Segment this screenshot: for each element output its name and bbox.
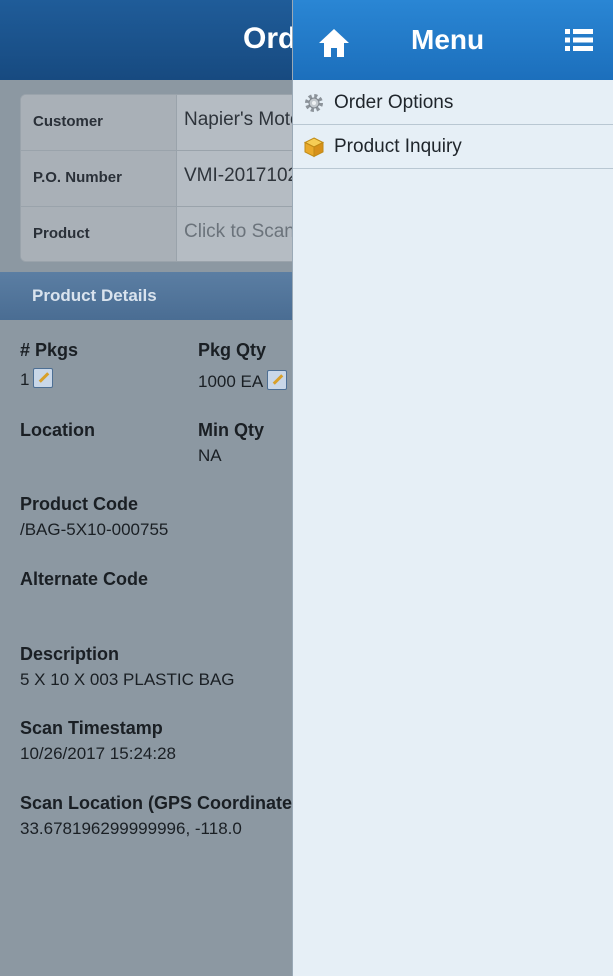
- menu-item-label: Product Inquiry: [334, 136, 462, 157]
- pkgs-label: # Pkgs: [20, 340, 79, 360]
- gear-icon: [305, 94, 323, 112]
- customer-value: Napier's Motor: [184, 109, 307, 130]
- scan-location-label: Scan Location (GPS Coordinates): [20, 793, 309, 813]
- menu-header: Menu: [293, 0, 613, 80]
- product-scan-field[interactable]: Click to Scan: [184, 221, 295, 243]
- pkgs-value-wrap: 1: [20, 368, 54, 390]
- description-label: Description: [20, 644, 120, 664]
- pkg-qty-value: 1000 EA: [198, 372, 264, 391]
- pkgs-value: 1: [20, 370, 30, 389]
- pkg-qty-label: Pkg Qty: [198, 340, 267, 360]
- description-value: 5 X 10 X 003 PLASTIC BAG: [20, 670, 235, 689]
- menu-item-order-options[interactable]: Order Options: [293, 81, 613, 125]
- product-row[interactable]: Product Click to Scan: [21, 207, 311, 261]
- min-qty-label: Min Qty: [198, 420, 264, 440]
- min-qty-value: NA: [198, 446, 222, 465]
- alternate-code-label: Alternate Code: [20, 569, 149, 589]
- menu-item-product-inquiry[interactable]: Product Inquiry: [293, 125, 613, 169]
- scan-timestamp-value: 10/26/2017 15:24:28: [20, 744, 176, 763]
- po-number-value: VMI-20171026: [184, 165, 309, 186]
- po-number-label: P.O. Number: [33, 169, 122, 186]
- order-form: Customer Napier's Motor P.O. Number VMI-…: [20, 94, 312, 262]
- home-icon[interactable]: [318, 28, 350, 58]
- list-icon[interactable]: [564, 26, 594, 54]
- pkg-qty-value-wrap: 1000 EA: [198, 370, 288, 392]
- section-title: Product Details: [32, 286, 157, 305]
- customer-label: Customer: [33, 113, 104, 130]
- box-icon: [303, 137, 325, 158]
- po-number-row[interactable]: P.O. Number VMI-20171026: [21, 151, 311, 207]
- edit-pkg-qty-icon[interactable]: [267, 370, 288, 390]
- customer-row[interactable]: Customer Napier's Motor: [21, 95, 311, 151]
- menu-panel: Menu Order Options Product Inquiry: [292, 0, 613, 976]
- menu-title: Menu: [411, 24, 485, 55]
- product-code-value: /BAG-5X10-000755: [20, 520, 169, 539]
- edit-pkgs-icon[interactable]: [33, 368, 54, 388]
- scan-location-value: 33.678196299999996, -118.0: [20, 819, 242, 838]
- scan-timestamp-label: Scan Timestamp: [20, 718, 163, 738]
- location-label: Location: [20, 420, 95, 440]
- menu-item-label: Order Options: [334, 92, 454, 113]
- product-label: Product: [33, 225, 90, 242]
- product-code-label: Product Code: [20, 494, 139, 514]
